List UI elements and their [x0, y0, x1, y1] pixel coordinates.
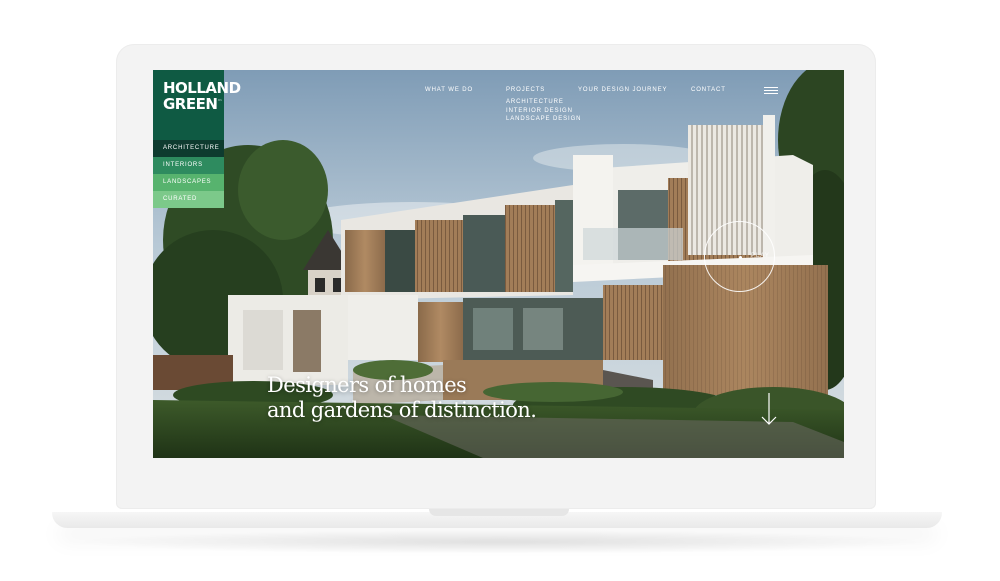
laptop-shadow [70, 530, 930, 554]
nav-projects[interactable]: PROJECTS [506, 87, 545, 93]
nav-contact[interactable]: CONTACT [691, 87, 726, 93]
laptop-notch [429, 509, 569, 516]
hero-headline: Designers of homes and gardens of distin… [267, 373, 537, 423]
hamburger-icon[interactable] [764, 87, 778, 95]
submenu-interior-design[interactable]: INTERIOR DESIGN [506, 107, 581, 116]
submenu-landscape-design[interactable]: LANDSCAPE DESIGN [506, 115, 581, 124]
projects-submenu: ARCHITECTURE INTERIOR DESIGN LANDSCAPE D… [506, 98, 581, 124]
headline-line-1: Designers of homes [267, 373, 467, 397]
headline-line-2: and gardens of distinction. [267, 398, 537, 422]
sidebar-nav: ARCHITECTURE INTERIORS LANDSCAPES CURATE… [153, 140, 224, 208]
website-screen: HOLLAND GREEN™ ARCHITECTURE INTERIORS LA… [153, 70, 844, 458]
nav-your-design-journey[interactable]: YOUR DESIGN JOURNEY [578, 87, 667, 93]
play-icon [739, 256, 742, 259]
sidebar-item-landscapes[interactable]: LANDSCAPES [153, 174, 224, 191]
nav-what-we-do[interactable]: WHAT WE DO [425, 87, 473, 93]
play-video-button[interactable]: PLAY [704, 221, 775, 292]
sidebar-item-interiors[interactable]: INTERIORS [153, 157, 224, 174]
top-navigation: WHAT WE DO PROJECTS ARCHITECTURE INTERIO… [153, 87, 844, 147]
arrow-down-icon[interactable] [760, 392, 778, 426]
sidebar-item-curated[interactable]: CURATED [153, 191, 224, 208]
play-label: PLAY [751, 253, 770, 259]
submenu-architecture[interactable]: ARCHITECTURE [506, 98, 581, 107]
